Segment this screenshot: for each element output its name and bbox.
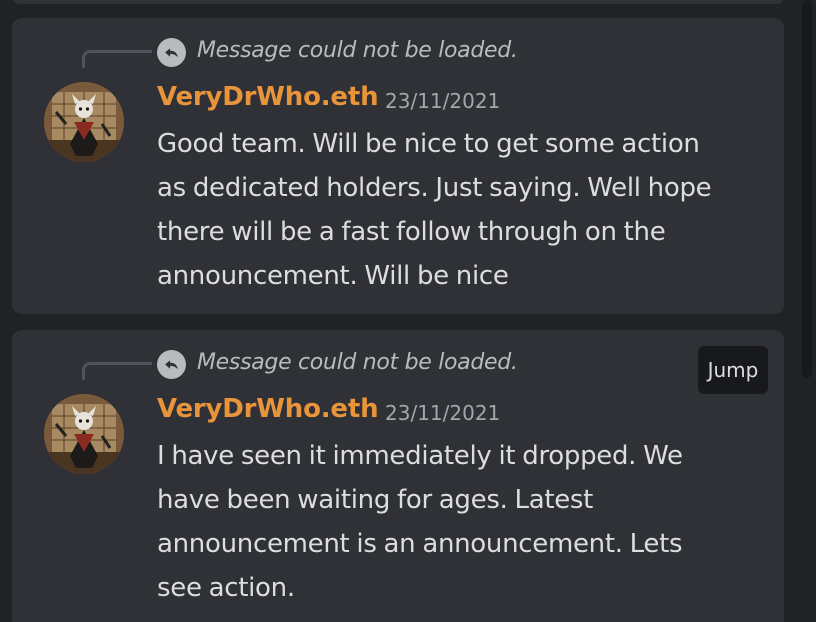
message-2[interactable]: Message could not be loaded. Jump VeryDr…: [12, 330, 784, 622]
scrollbar-thumb[interactable]: [802, 0, 812, 378]
message-timestamp[interactable]: 23/11/2021: [385, 89, 500, 113]
reply-arrow-icon: [157, 38, 186, 67]
message-content: I have seen it immediately it dropped. W…: [157, 434, 767, 610]
message-line: there will be a fast follow through on t…: [157, 217, 666, 247]
message-timestamp[interactable]: 23/11/2021: [385, 401, 500, 425]
avatar[interactable]: [44, 82, 124, 162]
reply-connector: [82, 362, 152, 380]
message-line: have been waiting for ages. Latest: [157, 485, 594, 515]
reply-connector: [82, 50, 152, 68]
message-line: announcement. Will be nice: [157, 261, 509, 291]
reply-arrow-icon: [157, 350, 186, 379]
message-line: I have seen it immediately it dropped. W…: [157, 441, 683, 471]
avatar[interactable]: [44, 394, 124, 474]
message-line: Good team. Will be nice to get some acti…: [157, 129, 700, 159]
jump-button[interactable]: Jump: [698, 346, 768, 394]
message-content: Good team. Will be nice to get some acti…: [157, 122, 767, 298]
message-line: as dedicated holders. Just saying. Well …: [157, 173, 712, 203]
previous-message-edge: [12, 0, 784, 4]
reply-preview-text[interactable]: Message could not be loaded.: [197, 38, 518, 63]
message-line: see action.: [157, 573, 295, 603]
chat-viewport: Message could not be loaded. VeryDrWho.e: [0, 0, 805, 622]
message-1[interactable]: Message could not be loaded. VeryDrWho.e: [12, 18, 784, 314]
username[interactable]: VeryDrWho.eth: [157, 394, 379, 424]
username[interactable]: VeryDrWho.eth: [157, 82, 379, 112]
message-line: announcement is an announcement. Lets: [157, 529, 683, 559]
reply-preview-text[interactable]: Message could not be loaded.: [197, 350, 518, 375]
